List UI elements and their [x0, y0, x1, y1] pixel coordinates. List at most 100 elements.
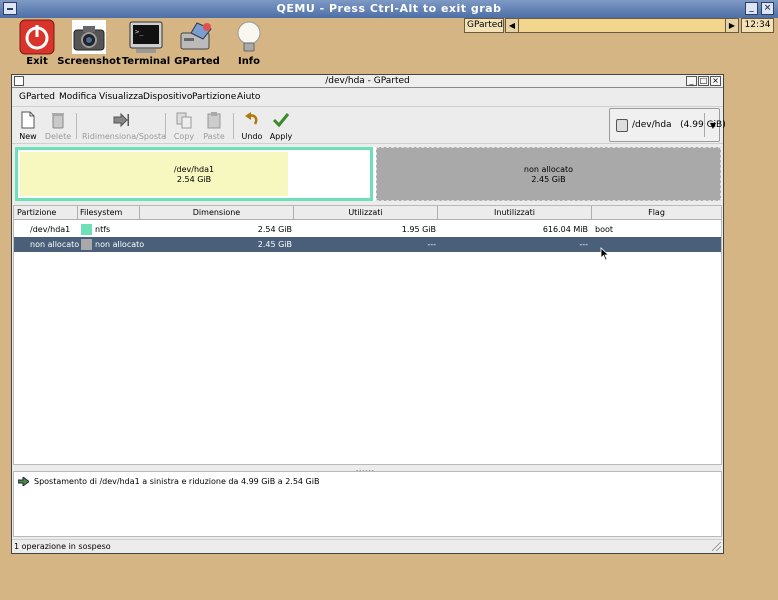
delete-label: Delete: [44, 132, 72, 141]
toolbar-separator: [76, 113, 77, 139]
cell-partition: /dev/hda1: [30, 225, 71, 234]
gparted-window: /dev/hda - GParted _ □ × GParted Modific…: [11, 74, 726, 554]
column-header-dimensione[interactable]: Dimensione: [140, 206, 294, 220]
undo-label: Undo: [241, 132, 263, 141]
partition-list: Partizione Filesystem Dimensione Utilizz…: [13, 205, 722, 465]
paste-label: Paste: [203, 132, 225, 141]
column-header-inutilizzati[interactable]: Inutilizzati: [438, 206, 592, 220]
cell-size: 2.45 GiB: [257, 240, 292, 249]
window-title: /dev/hda - GParted: [325, 76, 410, 86]
status-text: 1 operazione in sospeso: [14, 542, 111, 551]
dropdown-separator: [704, 113, 705, 137]
column-header-flag[interactable]: Flag: [592, 206, 721, 220]
operation-item[interactable]: Spostamento di /dev/hda1 a sinistra e ri…: [34, 477, 319, 486]
harddisk-icon: [616, 119, 628, 132]
column-header-utilizzati[interactable]: Utilizzati: [294, 206, 438, 220]
menu-modifica[interactable]: Modifica: [59, 92, 97, 102]
cell-used: ---: [427, 240, 436, 249]
taskbar-task-gparted[interactable]: GParted: [464, 18, 504, 33]
menu-gparted[interactable]: GParted: [19, 92, 55, 102]
cell-used: 1.95 GiB: [401, 225, 436, 234]
window-title-bar: /dev/hda - GParted _ □ ×: [12, 75, 723, 88]
partition-map: /dev/hda1 2.54 GiB non allocato 2.45 GiB: [15, 147, 721, 201]
partition-block-size: 2.54 GiB: [176, 175, 212, 184]
menubar: GParted Modifica Visualizza Dispositivo …: [12, 89, 723, 105]
svg-text:>_: >_: [135, 28, 144, 36]
cell-filesystem: non allocato: [95, 240, 145, 249]
trash-icon: [52, 113, 64, 129]
scroll-right-icon[interactable]: ▶: [725, 18, 739, 33]
column-header-filesystem[interactable]: Filesystem: [78, 206, 140, 220]
undo-button[interactable]: Undo: [239, 109, 265, 143]
scroll-left-icon[interactable]: ◀: [505, 18, 519, 33]
dropdown-arrow-icon: ▼: [709, 121, 716, 130]
close-icon[interactable]: ×: [710, 76, 721, 86]
partition-block-name: /dev/hda1: [173, 165, 215, 174]
new-label: New: [19, 132, 37, 141]
copy-label: Copy: [173, 132, 195, 141]
resize-move-label: Ridimensiona/Sposta: [82, 132, 167, 141]
device-name: /dev/hda: [632, 120, 672, 130]
clock: 12:34: [741, 18, 774, 33]
minimize-icon[interactable]: _: [745, 2, 758, 15]
cell-unused: 616.04 MiB: [542, 225, 588, 234]
column-header-partizione[interactable]: Partizione: [14, 206, 78, 220]
new-button[interactable]: New: [15, 109, 41, 143]
terminal-icon: >_: [129, 21, 163, 53]
apply-label: Apply: [269, 132, 293, 141]
partition-block-unallocated[interactable]: non allocato 2.45 GiB: [376, 147, 721, 201]
close-icon[interactable]: ×: [761, 2, 774, 15]
partition-block-hda1[interactable]: /dev/hda1 2.54 GiB: [15, 147, 373, 201]
copy-icon: [176, 112, 192, 129]
taskbar-track: [519, 18, 725, 33]
cell-filesystem: ntfs: [95, 225, 111, 234]
paste-icon: [207, 112, 221, 129]
resize-move-button[interactable]: Ridimensiona/Sposta: [82, 109, 167, 143]
filesystem-color-swatch: [81, 224, 92, 235]
table-row[interactable]: non allocato non allocato 2.45 GiB --- ---: [14, 237, 721, 252]
undo-icon: [245, 112, 258, 125]
qemu-title-bar: QEMU - Press Ctrl-Alt to exit grab _ ×: [0, 0, 778, 18]
mouse-pointer-icon: [600, 247, 610, 261]
device-size: (4.99 GiB): [680, 120, 726, 130]
pending-operations-list: Spostamento di /dev/hda1 a sinistra e ri…: [13, 471, 722, 537]
table-row[interactable]: /dev/hda1 ntfs 2.54 GiB 1.95 GiB 616.04 MiB b…: [14, 222, 721, 237]
launcher-screenshot[interactable]: Screenshot: [57, 18, 121, 70]
partition-block-name: non allocato: [523, 165, 574, 174]
resize-grip-icon[interactable]: [712, 542, 721, 551]
qemu-title: QEMU - Press Ctrl-Alt to exit grab: [276, 2, 502, 15]
toolbar-separator: [233, 113, 234, 139]
filesystem-color-swatch: [81, 239, 92, 250]
taskbar: GParted ◀ ▶ 12:34: [464, 18, 774, 33]
menu-partizione[interactable]: Partizione: [192, 92, 236, 102]
delete-button[interactable]: Delete: [44, 109, 72, 143]
camera-icon: [72, 20, 106, 54]
device-selector[interactable]: /dev/hda (4.99 GiB) ▼: [609, 108, 726, 142]
menu-aiuto[interactable]: Aiuto: [237, 92, 260, 102]
cell-size: 2.54 GiB: [257, 225, 292, 234]
cell-unused: ---: [579, 240, 588, 249]
gparted-icon: [180, 22, 212, 50]
copy-button[interactable]: Copy: [171, 109, 197, 143]
lightbulb-icon: [237, 21, 261, 52]
resize-arrow-icon: [113, 112, 129, 128]
maximize-icon[interactable]: □: [698, 76, 709, 86]
launcher-label: Info: [237, 56, 261, 67]
launcher-info[interactable]: Info: [217, 18, 281, 70]
cell-partition: non allocato: [30, 240, 80, 249]
menu-dispositivo[interactable]: Dispositivo: [143, 92, 192, 102]
table-header: Partizione Filesystem Dimensione Utilizz…: [14, 206, 721, 220]
menu-visualizza[interactable]: Visualizza: [99, 92, 143, 102]
paste-button[interactable]: Paste: [200, 109, 228, 143]
minimize-icon[interactable]: _: [686, 76, 697, 86]
checkmark-icon: [272, 113, 290, 128]
move-arrow-icon: [18, 477, 29, 486]
launcher-label: Screenshot: [57, 56, 121, 67]
power-icon: [19, 19, 55, 55]
cell-flag: boot: [595, 225, 614, 234]
apply-button[interactable]: Apply: [268, 109, 294, 143]
new-document-icon: [21, 111, 35, 129]
window-menu-icon[interactable]: [14, 76, 24, 86]
partition-block-size: 2.45 GiB: [531, 175, 566, 184]
toolbar-separator: [165, 113, 166, 139]
